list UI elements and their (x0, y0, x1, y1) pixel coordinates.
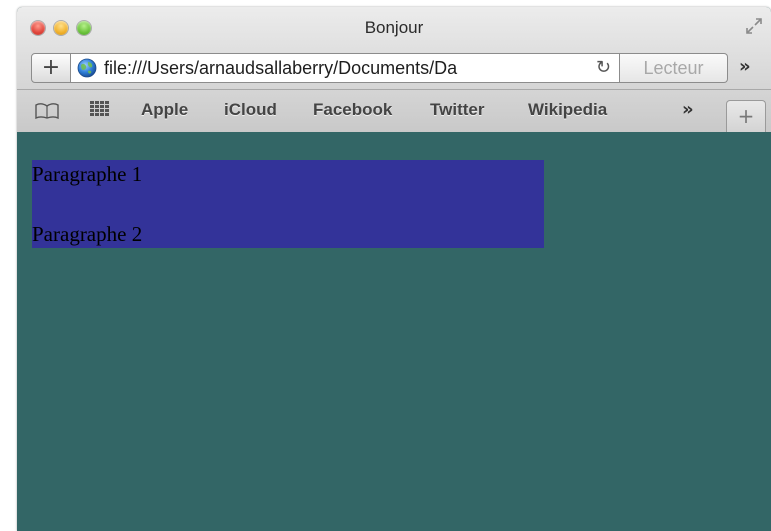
bookmark-twitter[interactable]: Twitter (430, 100, 484, 120)
add-bookmark-button[interactable]: + (31, 53, 71, 83)
globe-icon (77, 58, 97, 78)
title-bar: Bonjour (17, 7, 771, 49)
browser-window: Bonjour + file:///Users/arnaudsallaberry… (17, 7, 771, 531)
bookmarks-overflow-chevron-icon[interactable]: » (682, 99, 694, 120)
bookmark-wikipedia[interactable]: Wikipedia (528, 100, 607, 120)
browser-chrome: Bonjour + file:///Users/arnaudsallaberry… (17, 7, 771, 134)
reload-icon[interactable]: ↻ (596, 57, 611, 78)
bookmark-icloud[interactable]: iCloud (224, 100, 277, 120)
bookmarks-bar: Apple iCloud Facebook Twitter Wikipedia … (17, 89, 771, 134)
toolbar-overflow-chevron-icon[interactable]: » (739, 56, 751, 77)
paragraph-container: Paragraphe 1 Paragraphe 2 (32, 160, 544, 248)
top-sites-grid-icon[interactable] (89, 100, 111, 118)
page-viewport: Paragraphe 1 Paragraphe 2 (17, 132, 771, 531)
address-toolbar: + file:///Users/arnaudsallaberry/Documen… (17, 49, 771, 89)
bookmark-facebook[interactable]: Facebook (313, 100, 392, 120)
window-title: Bonjour (364, 18, 424, 37)
bookmark-apple[interactable]: Apple (141, 100, 188, 120)
paragraph-1: Paragraphe 1 (32, 160, 544, 188)
url-text[interactable]: file:///Users/arnaudsallaberry/Documents… (104, 58, 585, 79)
paragraph-2: Paragraphe 2 (32, 220, 544, 248)
reader-button[interactable]: Lecteur (620, 53, 728, 83)
paragraph-gap (32, 188, 544, 220)
new-tab-button[interactable]: + (726, 100, 766, 134)
address-bar[interactable]: file:///Users/arnaudsallaberry/Documents… (70, 53, 620, 83)
fullscreen-icon[interactable] (745, 17, 763, 35)
reading-list-book-icon[interactable] (35, 103, 59, 119)
